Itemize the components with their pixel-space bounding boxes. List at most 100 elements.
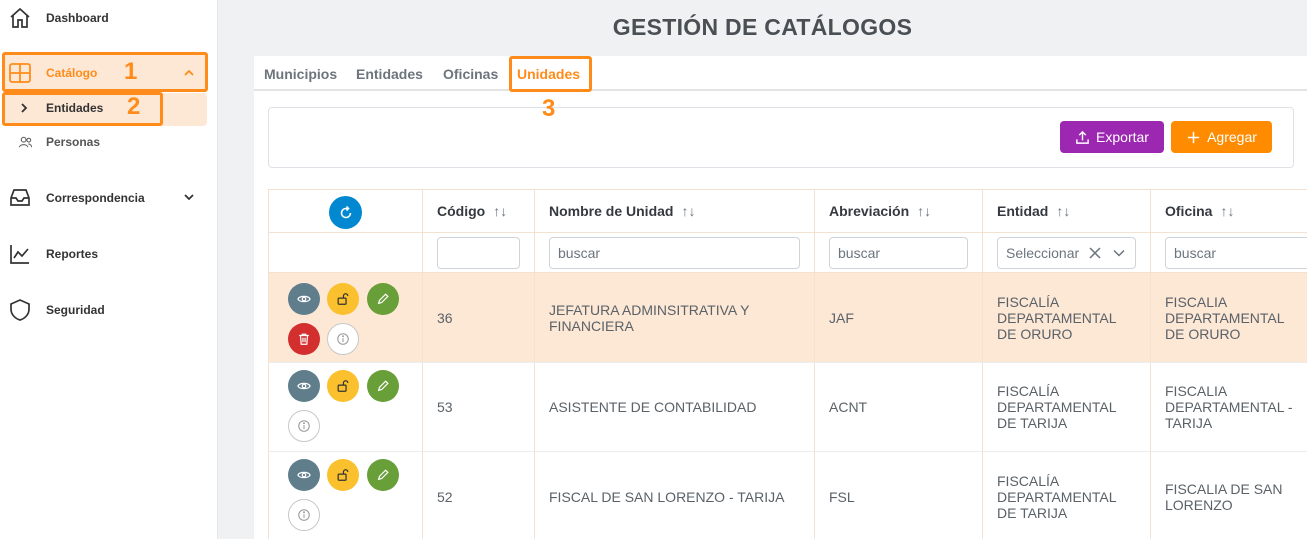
cell-line: FISCALIA: [1165, 383, 1228, 399]
table-row[interactable]: 52 FISCAL DE SAN LORENZO - TARIJA FSL FI…: [268, 452, 1307, 539]
cell-codigo: 52: [423, 452, 535, 539]
add-button[interactable]: Agregar: [1171, 121, 1272, 153]
cell-line: DE ORURO: [1165, 325, 1241, 342]
sort-icon[interactable]: ↑↓: [681, 203, 695, 219]
nombre-filter-input[interactable]: buscar: [549, 237, 800, 269]
edit-button[interactable]: [367, 370, 399, 402]
cell-line: DE ORURO: [997, 325, 1073, 342]
cell-entidad: FISCALÍA DEPARTAMENTAL DE TARIJA: [983, 363, 1151, 451]
unlock-icon: [336, 379, 350, 393]
unlock-icon: [336, 468, 350, 482]
cell-abreviacion: JAF: [815, 273, 983, 362]
row-actions: [268, 452, 423, 539]
sidebar-item-correspondencia[interactable]: Correspondencia: [7, 185, 145, 211]
sidebar-item-catalogo[interactable]: Catálogo: [7, 60, 97, 86]
unlock-button[interactable]: [327, 459, 359, 491]
cell-line: TARIJA: [1165, 415, 1213, 431]
refresh-icon: [338, 205, 354, 221]
annotation-number-2: 2: [127, 93, 141, 120]
unlock-icon: [336, 292, 350, 306]
sidebar-item-label: Correspondencia: [46, 191, 145, 205]
oficina-filter-input[interactable]: buscar: [1165, 237, 1307, 269]
sidebar-item-dashboard[interactable]: Dashboard: [7, 5, 109, 31]
column-header-abreviacion[interactable]: Abreviación ↑↓: [815, 189, 983, 233]
column-header-nombre[interactable]: Nombre de Unidad ↑↓: [535, 189, 815, 233]
sidebar-item-seguridad[interactable]: Seguridad: [7, 297, 105, 323]
chevron-right-icon: [16, 98, 32, 118]
home-icon: [7, 5, 33, 31]
eye-icon: [297, 468, 311, 482]
sidebar: Dashboard Catálogo Entidades Personas Co…: [0, 0, 218, 539]
info-button[interactable]: [288, 499, 320, 531]
chevron-down-icon[interactable]: [181, 189, 197, 210]
sidebar-item-label: Personas: [46, 135, 101, 149]
info-button[interactable]: [288, 410, 320, 442]
entidad-select-placeholder: Seleccionar: [1006, 245, 1080, 261]
sort-icon[interactable]: ↑↓: [917, 203, 931, 219]
plus-icon: [1186, 130, 1201, 145]
sort-icon[interactable]: ↑↓: [493, 203, 507, 219]
sort-icon[interactable]: ↑↓: [1220, 203, 1234, 219]
cell-nombre: ASISTENTE DE CONTABILIDAD: [535, 363, 815, 451]
delete-button[interactable]: [288, 323, 320, 355]
table-row[interactable]: 36 JEFATURA ADMINSITRATIVA Y FINANCIERA J…: [268, 273, 1307, 363]
sidebar-item-personas[interactable]: Personas: [16, 133, 100, 151]
abreviacion-filter-input[interactable]: buscar: [829, 237, 968, 269]
column-header-codigo[interactable]: Código ↑↓: [423, 189, 535, 233]
cell-oficina: FISCALIA DEPARTAMENTAL DE ORURO: [1151, 273, 1307, 362]
info-button[interactable]: [327, 323, 359, 355]
unlock-button[interactable]: [327, 370, 359, 402]
entidad-filter-select[interactable]: Seleccionar: [997, 237, 1136, 269]
sidebar-item-entidades[interactable]: Entidades: [16, 98, 103, 118]
filter-cell-nombre: buscar: [535, 233, 815, 273]
unlock-button[interactable]: [327, 283, 359, 315]
eye-icon: [297, 292, 311, 306]
row-actions: [268, 273, 423, 362]
cell-entidad: FISCALÍA DEPARTAMENTAL DE ORURO: [983, 273, 1151, 362]
table-row[interactable]: 53 ASISTENTE DE CONTABILIDAD ACNT FISCAL…: [268, 363, 1307, 452]
edit-button[interactable]: [367, 459, 399, 491]
tab-bar: Municipios Entidades Oficinas Unidades: [254, 56, 1307, 91]
cell-entidad: FISCALÍA DEPARTAMENTAL DE TARIJA: [983, 452, 1151, 539]
shield-icon: [7, 297, 33, 323]
column-header-entidad[interactable]: Entidad ↑↓: [983, 189, 1151, 233]
cell-line: JEFATURA ADMINSITRATIVA Y: [549, 301, 750, 318]
actions-header: [268, 189, 423, 233]
chevron-up-icon[interactable]: [181, 65, 197, 86]
filter-cell-abreviacion: buscar: [815, 233, 983, 273]
edit-button[interactable]: [367, 283, 399, 315]
cell-line: DEPARTAMENTAL: [997, 399, 1117, 415]
view-button[interactable]: [288, 370, 320, 402]
filter-cell-actions: [268, 233, 423, 273]
export-label: Exportar: [1096, 129, 1149, 145]
units-table: Código ↑↓ Nombre de Unidad ↑↓ Abreviación ↑…: [268, 189, 1307, 539]
column-header-oficina[interactable]: Oficina ↑↓: [1151, 189, 1307, 233]
cell-line: FINANCIERA: [549, 317, 634, 334]
chevron-down-icon[interactable]: [1112, 246, 1126, 260]
filter-cell-codigo: [423, 233, 535, 273]
clear-icon[interactable]: [1088, 246, 1102, 260]
tab-entidades[interactable]: Entidades: [356, 66, 423, 82]
annotation-number-1: 1: [124, 58, 138, 85]
cell-nombre: FISCAL DE SAN LORENZO - TARIJA: [535, 452, 815, 539]
sort-icon[interactable]: ↑↓: [1056, 203, 1070, 219]
column-label: Entidad: [997, 203, 1049, 219]
tab-municipios[interactable]: Municipios: [264, 66, 337, 82]
view-button[interactable]: [288, 459, 320, 491]
cell-line: DE TARIJA: [997, 504, 1068, 521]
sidebar-item-reportes[interactable]: Reportes: [7, 241, 98, 267]
catalog-panel: Municipios Entidades Oficinas Unidades E…: [254, 56, 1307, 539]
codigo-filter-input[interactable]: [437, 237, 520, 269]
export-button[interactable]: Exportar: [1060, 121, 1164, 153]
filter-cell-entidad: Seleccionar: [983, 233, 1151, 273]
inbox-icon: [7, 185, 33, 211]
cell-codigo: 36: [423, 273, 535, 362]
refresh-button[interactable]: [329, 196, 362, 229]
view-button[interactable]: [288, 283, 320, 315]
cell-oficina: FISCALIA DE SAN LORENZO: [1151, 452, 1307, 539]
cell-line: DEPARTAMENTAL: [997, 488, 1117, 505]
annotation-number-3: 3: [542, 95, 556, 122]
tab-oficinas[interactable]: Oficinas: [443, 66, 498, 82]
add-label: Agregar: [1207, 129, 1257, 145]
tab-unidades[interactable]: Unidades: [517, 66, 580, 82]
